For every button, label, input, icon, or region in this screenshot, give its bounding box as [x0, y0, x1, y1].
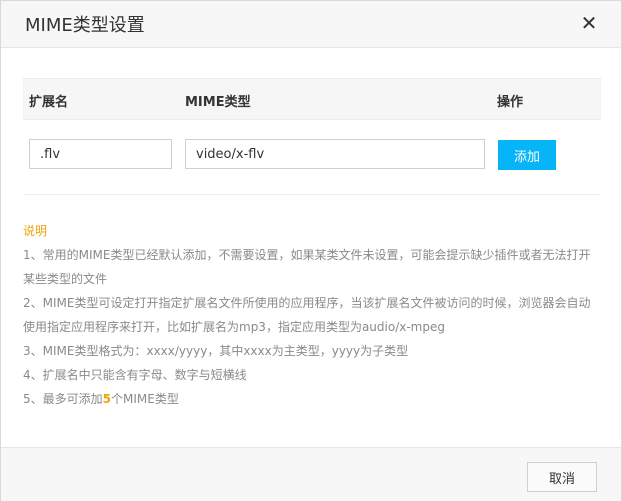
- dialog-titlebar: MIME类型设置 ✕: [1, 1, 621, 48]
- note-line: 使用指定应用程序来打开，比如扩展名为mp3，指定应用类型为audio/x-mpe…: [23, 320, 445, 334]
- mime-type-input[interactable]: [185, 139, 485, 169]
- header-operation: 操作: [497, 95, 524, 110]
- instructions: 说明 1、常用的MIME类型已经默认添加，不需要设置，如果某类文件未设置，可能会…: [23, 219, 603, 411]
- cancel-button[interactable]: 取消: [527, 462, 597, 492]
- note-line: 5、最多可添加5个MIME类型: [23, 387, 603, 411]
- note-text: 个MIME类型: [111, 392, 179, 406]
- note-line: 2、MIME类型可设定打开指定扩展名文件所使用的应用程序，当该扩展名文件被访问的…: [23, 296, 591, 310]
- note-line: 3、MIME类型格式为：xxxx/yyyy，其中xxxx为主类型，yyyy为子类…: [23, 344, 409, 358]
- add-button[interactable]: 添加: [498, 140, 556, 170]
- note-line: 4、扩展名中只能含有字母、数字与短横线: [23, 368, 247, 382]
- dialog-footer: 取消: [1, 447, 621, 501]
- note-text: 5、最多可添加: [23, 392, 103, 406]
- mime-settings-dialog: MIME类型设置 ✕ 扩展名 MIME类型 操作 添加 说明 1、常用的MIME…: [0, 0, 622, 501]
- add-mime-row: 添加: [23, 118, 601, 195]
- table-header: 扩展名 MIME类型 操作: [23, 78, 601, 120]
- close-icon[interactable]: ✕: [579, 13, 599, 33]
- header-extension: 扩展名: [29, 95, 69, 110]
- dialog-title: MIME类型设置: [25, 15, 145, 36]
- header-mime-type: MIME类型: [185, 95, 251, 110]
- note-line: 某些类型的文件: [23, 272, 108, 286]
- extension-input[interactable]: [29, 139, 172, 169]
- note-line: 1、常用的MIME类型已经默认添加，不需要设置，如果某类文件未设置，可能会提示缺…: [23, 248, 591, 262]
- instructions-heading: 说明: [23, 224, 48, 238]
- max-count: 5: [102, 392, 111, 406]
